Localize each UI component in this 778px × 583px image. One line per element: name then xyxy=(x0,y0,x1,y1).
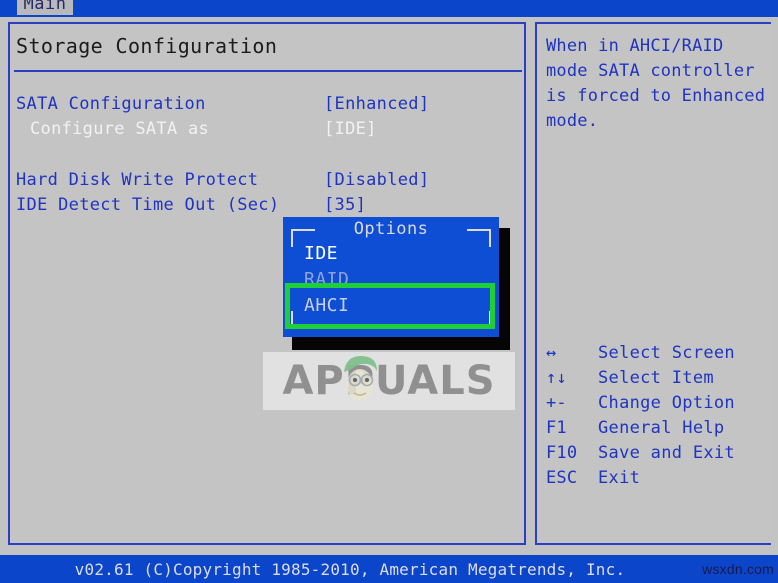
key-legend-action: General Help xyxy=(598,418,725,438)
appuals-watermark: APPUALS xyxy=(263,352,515,410)
top-menu-bar: Main xyxy=(0,0,778,17)
setting-label: Configure SATA as xyxy=(30,119,210,139)
key-legend-row: F1 General Help xyxy=(546,416,772,441)
key-legend: ↔ Select Screen ↑↓ Select Item +- Change… xyxy=(546,341,772,491)
key-legend-row: F10 Save and Exit xyxy=(546,441,772,466)
esc-key-icon: ESC xyxy=(546,468,578,488)
key-legend-row: ESC Exit xyxy=(546,466,772,491)
key-legend-action: Select Item xyxy=(598,368,714,388)
footer-copyright: v02.61 (C)Copyright 1985-2010, American … xyxy=(74,560,626,579)
up-down-arrow-icon: ↑↓ xyxy=(546,368,567,388)
key-legend-row: ↔ Select Screen xyxy=(546,341,772,366)
setting-value: [IDE] xyxy=(324,119,377,139)
setting-value: [Disabled] xyxy=(324,170,430,190)
source-watermark-url: wsxdn.com xyxy=(702,561,774,577)
f10-key-icon: F10 xyxy=(546,443,578,463)
tab-main[interactable]: Main xyxy=(17,0,73,15)
key-legend-action: Save and Exit xyxy=(598,443,735,463)
option-item-ide[interactable]: IDE xyxy=(304,243,338,264)
setting-label: Hard Disk Write Protect xyxy=(16,170,259,190)
page-title: Storage Configuration xyxy=(16,34,278,58)
bios-setup-screen: Main Storage Configuration SATA Configur… xyxy=(0,0,778,583)
left-right-arrow-icon: ↔ xyxy=(546,343,557,363)
plus-minus-icon: +- xyxy=(546,393,567,413)
help-text: When in AHCI/RAID mode SATA controller i… xyxy=(546,36,766,131)
key-legend-action: Exit xyxy=(598,468,641,488)
corner-bracket-top-right xyxy=(467,229,491,247)
footer-bar: v02.61 (C)Copyright 1985-2010, American … xyxy=(0,555,778,583)
setting-label: IDE Detect Time Out (Sec) xyxy=(16,195,280,215)
appuals-mascot-icon xyxy=(344,356,377,401)
key-legend-row: +- Change Option xyxy=(546,391,772,416)
f1-key-icon: F1 xyxy=(546,418,567,438)
setting-value: [Enhanced] xyxy=(324,94,430,114)
title-divider xyxy=(14,70,522,72)
setting-label: SATA Configuration xyxy=(16,94,206,114)
setting-value: [35] xyxy=(324,195,367,215)
key-legend-row: ↑↓ Select Item xyxy=(546,366,772,391)
annotation-rectangle-ahci xyxy=(285,283,495,329)
key-legend-action: Change Option xyxy=(598,393,735,413)
appuals-watermark-text: APPUALS xyxy=(282,358,496,404)
key-legend-action: Select Screen xyxy=(598,343,735,363)
